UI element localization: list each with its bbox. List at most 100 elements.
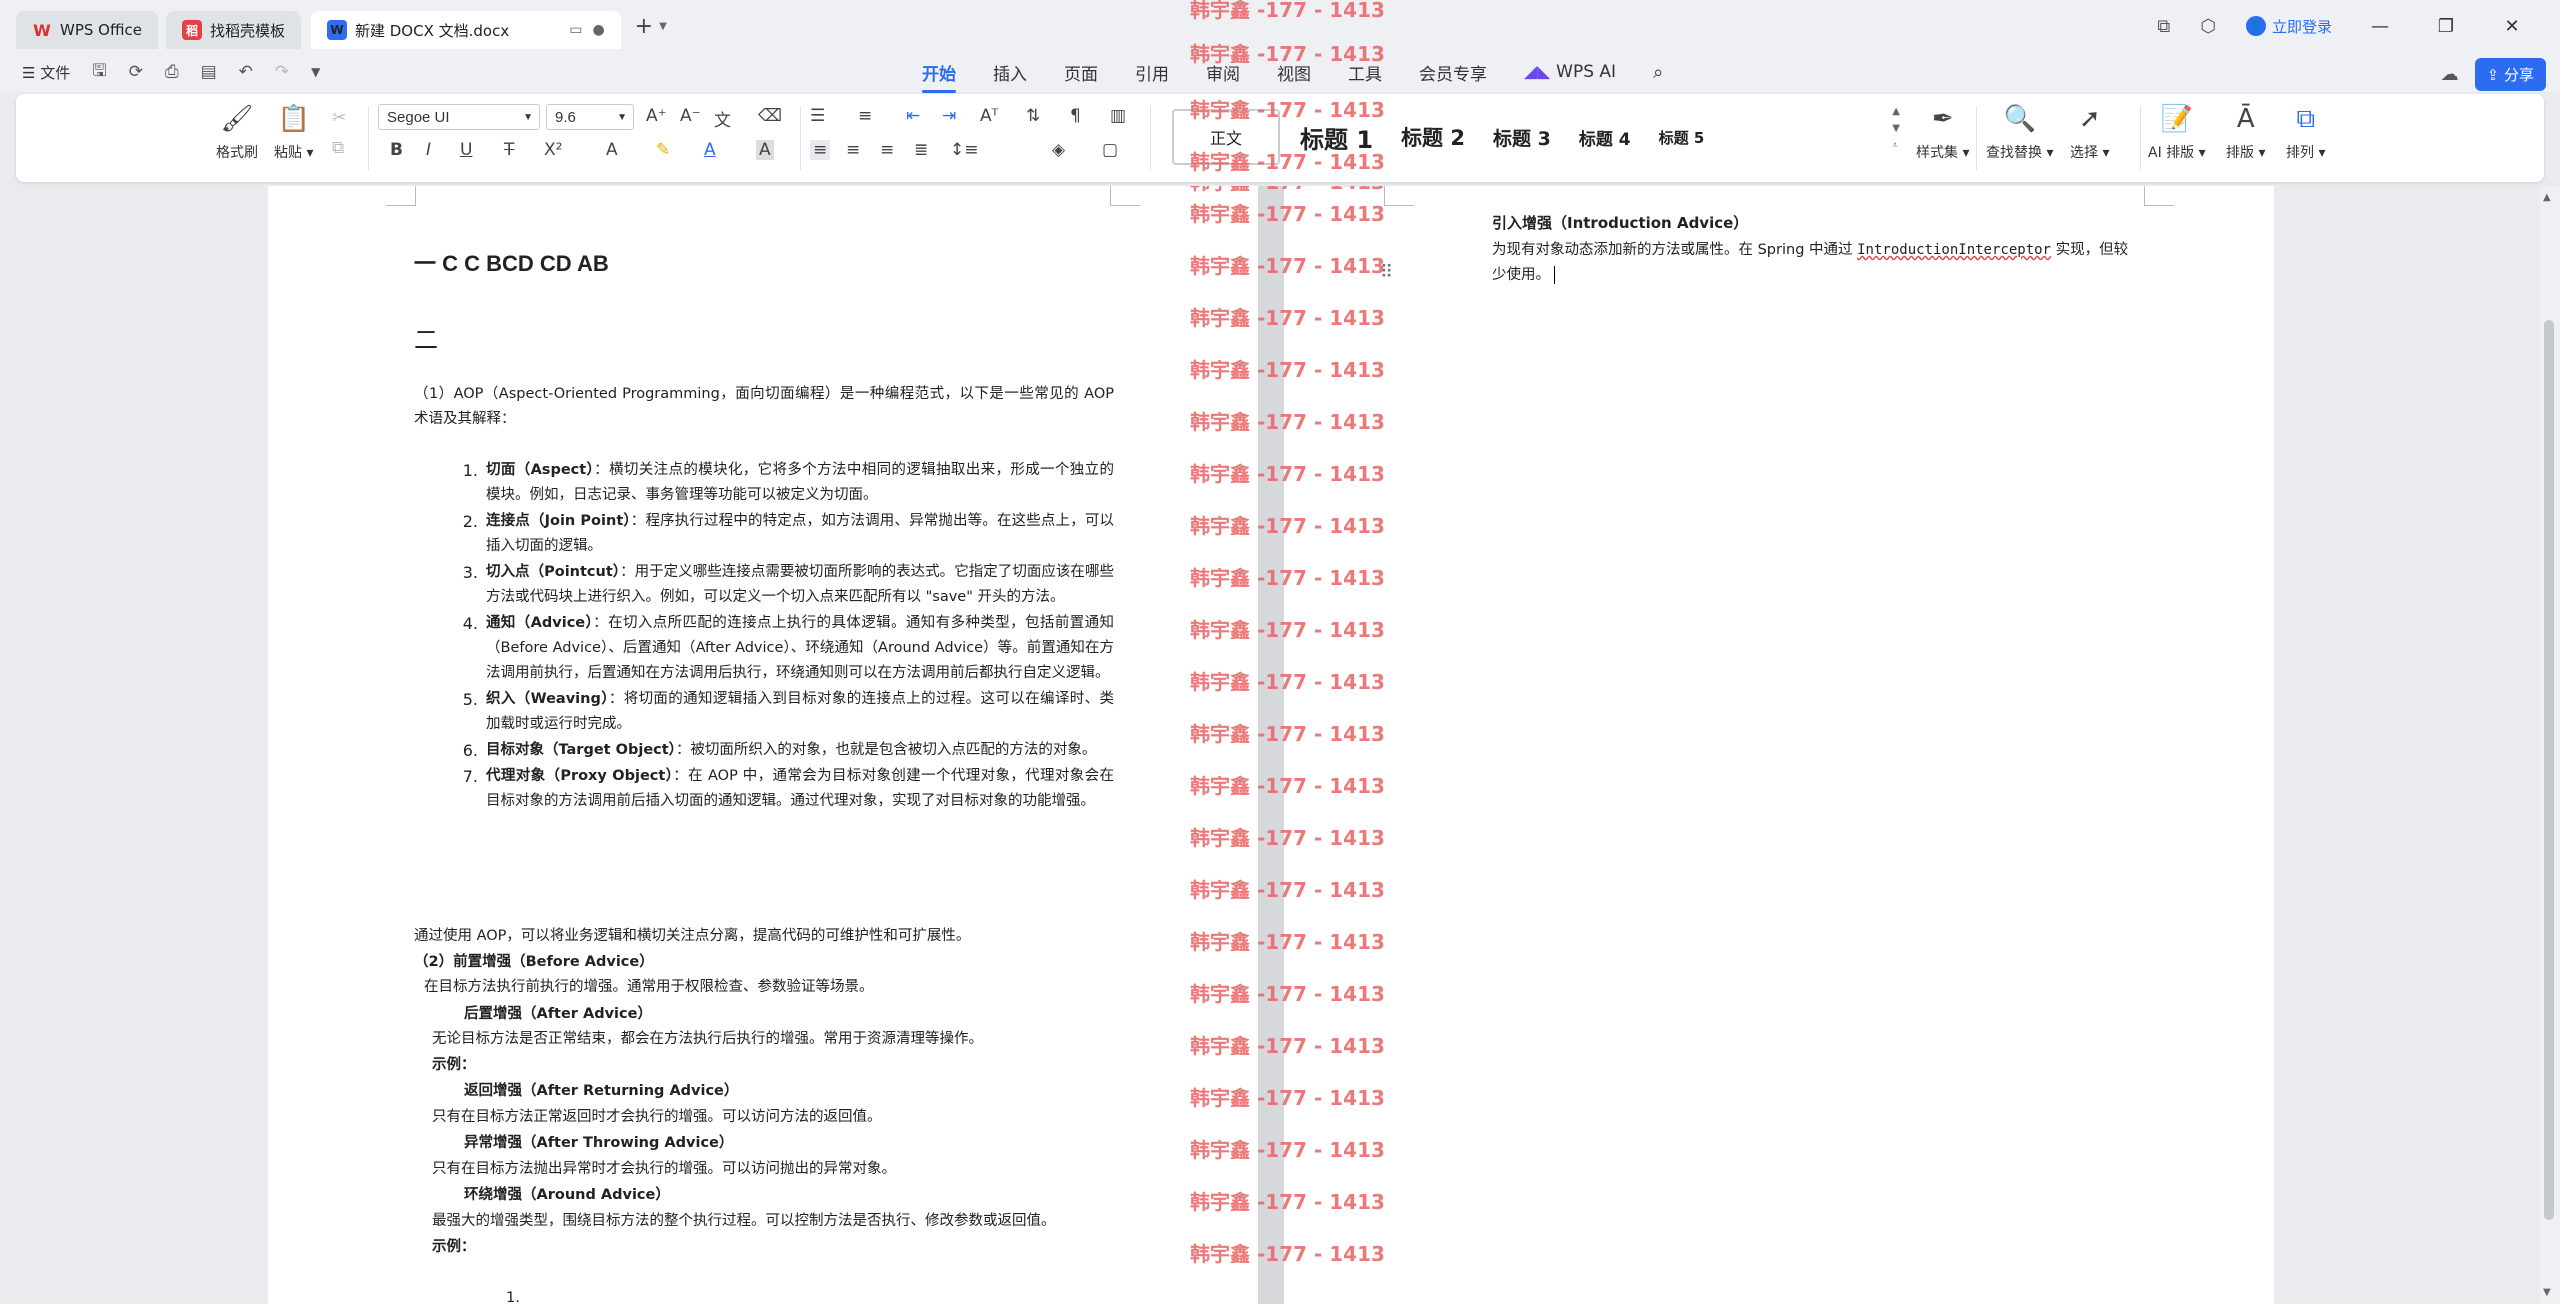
- decrease-font-icon[interactable]: A⁻: [680, 106, 701, 126]
- close-icon[interactable]: ✕: [2494, 16, 2530, 37]
- tab-member[interactable]: 会员专享: [1419, 60, 1487, 85]
- copy-icon[interactable]: ⧉: [332, 138, 344, 158]
- paragraph-mark-icon[interactable]: ¶: [1070, 106, 1081, 126]
- clear-format-icon[interactable]: ⌫: [758, 106, 782, 126]
- tab-label: WPS Office: [60, 21, 142, 39]
- font-name-value: Segoe UI: [387, 108, 450, 126]
- increase-indent-icon[interactable]: ⇥: [942, 106, 956, 126]
- watermark: 韩宇鑫 -177 - 1413: [1190, 98, 1385, 122]
- tab-reference[interactable]: 引用: [1135, 60, 1169, 85]
- term-name: 目标对象（Target Object）: [486, 742, 676, 758]
- page-left[interactable]: 一 C C BCD CD AB 二 （1）AOP（Aspect-Oriented…: [268, 186, 1258, 1304]
- cloud-upload-icon[interactable]: ☁: [2441, 64, 2459, 85]
- highlight-icon[interactable]: ✎: [656, 140, 670, 160]
- list-item: 4. 通知（Advice）：在切入点所匹配的连接点上执行的具体逻辑。通知有多种类型…: [414, 611, 1114, 686]
- column-icon[interactable]: ▥: [1110, 106, 1126, 126]
- quick-access-chevron-icon[interactable]: ▼: [311, 65, 320, 79]
- style-heading-5[interactable]: 标题 5: [1659, 127, 1705, 148]
- superscript-icon[interactable]: X²: [544, 140, 562, 160]
- after-advice-desc: 无论目标方法是否正常结束，都会在方法执行后执行的增强。常用于资源清理等操作。: [432, 1031, 983, 1047]
- font-size-select[interactable]: 9.6 ▼: [546, 104, 634, 130]
- justify-icon[interactable]: ≣: [914, 140, 928, 160]
- shading-icon[interactable]: ◈: [1052, 140, 1065, 160]
- minimize-icon[interactable]: —: [2362, 16, 2398, 37]
- login-button[interactable]: 👤 立即登录: [2245, 16, 2332, 37]
- chevron-up-icon[interactable]: ▲: [1892, 106, 1900, 117]
- share-button[interactable]: ⇪ 分享: [2474, 58, 2546, 91]
- tab-wps-ai[interactable]: ◢◣ WPS AI: [1524, 62, 1616, 82]
- style-set-button[interactable]: ✒ 样式集 ▾: [1916, 104, 1969, 162]
- tab-page[interactable]: 页面: [1064, 60, 1098, 85]
- divider: [1150, 106, 1151, 170]
- print-preview-icon[interactable]: ▤: [201, 62, 217, 82]
- style-heading-3[interactable]: 标题 3: [1493, 124, 1551, 151]
- search-icon[interactable]: ⌕: [1653, 62, 1663, 83]
- tab-wps-office[interactable]: W WPS Office: [16, 11, 158, 49]
- scroll-up-icon[interactable]: ▲: [2543, 192, 2551, 203]
- bold-icon[interactable]: B: [390, 140, 403, 160]
- border-icon[interactable]: ▢: [1102, 140, 1118, 160]
- watermark: 韩宇鑫 -177 - 1413: [1190, 0, 1385, 22]
- window-layout-icon[interactable]: ⧉: [2157, 16, 2170, 37]
- bullet-list-icon[interactable]: ☰: [810, 106, 825, 126]
- align-right-icon[interactable]: ≡: [880, 140, 894, 160]
- paste-button[interactable]: 📋 粘贴 ▾: [274, 104, 313, 162]
- scroll-down-icon[interactable]: ▼: [2543, 1287, 2551, 1298]
- tab-document[interactable]: W 新建 DOCX 文档.docx ▭ ●: [310, 11, 621, 49]
- layout-button[interactable]: Ā 排版 ▾: [2226, 104, 2265, 162]
- decrease-indent-icon[interactable]: ⇤: [906, 106, 920, 126]
- tab-start[interactable]: 开始: [922, 60, 956, 93]
- watermark: 韩宇鑫 -177 - 1413: [1190, 826, 1385, 850]
- introduction-advice-desc[interactable]: 为现有对象动态添加新的方法或属性。在 Spring 中通过 Introducti…: [1492, 238, 2132, 288]
- char-shading-icon[interactable]: A: [756, 140, 774, 160]
- underline-icon[interactable]: U: [460, 140, 472, 160]
- watermark: 韩宇鑫 -177 - 1413: [1190, 306, 1385, 330]
- tab-insert[interactable]: 插入: [993, 60, 1027, 85]
- restore-icon[interactable]: ❐: [2428, 16, 2464, 37]
- style-heading-4[interactable]: 标题 4: [1579, 125, 1631, 150]
- font-color-icon[interactable]: A: [704, 140, 716, 160]
- cube-icon[interactable]: ⬡: [2200, 16, 2216, 37]
- increase-font-icon[interactable]: A⁺: [646, 106, 667, 126]
- sort-icon[interactable]: ⇅: [1026, 106, 1040, 126]
- arrange-button[interactable]: ⧉ 排列 ▾: [2286, 104, 2325, 162]
- format-painter-button[interactable]: 🖌 格式刷: [216, 104, 258, 162]
- strikethrough-icon[interactable]: T: [504, 140, 514, 160]
- numbered-list-icon[interactable]: ≡: [858, 106, 872, 126]
- print-icon[interactable]: ⎙: [165, 62, 179, 82]
- select-button[interactable]: ➚ 选择 ▾: [2070, 104, 2109, 162]
- screen-icon[interactable]: ▭: [569, 22, 582, 38]
- corner-mark: [386, 186, 416, 206]
- watermark: 韩宇鑫 -177 - 1413: [1190, 722, 1385, 746]
- ai-layout-button[interactable]: 📝 AI 排版 ▾: [2148, 104, 2206, 162]
- vertical-scrollbar[interactable]: ▲ ▼: [2540, 186, 2560, 1304]
- cut-icon[interactable]: ✂: [332, 108, 346, 128]
- align-center-icon[interactable]: ≡: [846, 140, 860, 160]
- save-icon[interactable]: 🖫: [92, 58, 106, 87]
- expand-icon[interactable]: ⩡: [1892, 140, 1900, 151]
- redo-icon[interactable]: ↷: [275, 62, 289, 82]
- new-tab-button[interactable]: +: [635, 14, 653, 39]
- align-left-icon[interactable]: ≡: [810, 140, 831, 160]
- scroll-thumb[interactable]: [2544, 320, 2554, 1220]
- cloud-sync-icon[interactable]: ⟳: [129, 62, 143, 82]
- text-effect-icon[interactable]: A: [606, 140, 618, 160]
- find-replace-button[interactable]: 🔍 查找替换 ▾: [1986, 104, 2053, 162]
- phonetic-icon[interactable]: 文: [714, 106, 731, 131]
- text-direction-icon[interactable]: Aᵀ: [980, 106, 998, 126]
- italic-icon[interactable]: I: [426, 140, 431, 160]
- page-right[interactable]: [1284, 186, 2274, 1304]
- format-painter-label: 格式刷: [216, 145, 258, 161]
- line-spacing-icon[interactable]: ↕≡: [950, 140, 979, 160]
- watermark: 韩宇鑫 -177 - 1413: [1190, 150, 1385, 174]
- tab-template[interactable]: 稻 找稻壳模板: [165, 11, 301, 49]
- before-advice-desc: 在目标方法执行前执行的增强。通常用于权限检查、参数验证等场景。: [424, 979, 874, 995]
- style-heading-2[interactable]: 标题 2: [1401, 122, 1465, 152]
- file-menu[interactable]: ☰ 文件: [22, 62, 70, 83]
- font-name-select[interactable]: Segoe UI ▼: [378, 104, 540, 130]
- undo-icon[interactable]: ↶: [239, 62, 253, 82]
- chevron-down-icon[interactable]: ▼: [659, 21, 667, 32]
- dot-icon[interactable]: ●: [592, 22, 604, 38]
- list-number: 2.: [462, 512, 478, 531]
- chevron-down-icon[interactable]: ▼: [1892, 123, 1900, 134]
